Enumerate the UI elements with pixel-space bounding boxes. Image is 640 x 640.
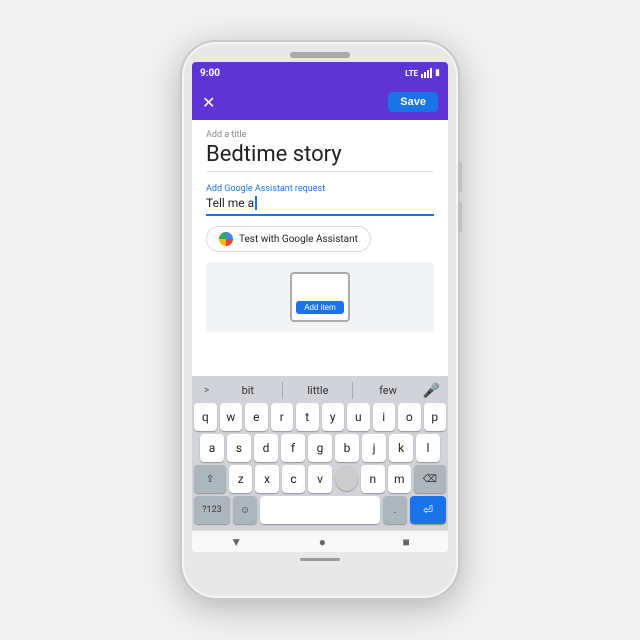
assistant-field-label: Add Google Assistant request: [206, 184, 434, 194]
key-w[interactable]: w: [220, 403, 243, 431]
key-j[interactable]: j: [362, 434, 386, 462]
phone-speaker: [290, 52, 350, 58]
keyboard-row-1: q w e r t y u i o p: [194, 403, 446, 431]
lte-icon: LTE: [405, 69, 418, 78]
key-l[interactable]: l: [416, 434, 440, 462]
backspace-key[interactable]: ⌫: [414, 465, 446, 493]
key-f[interactable]: f: [281, 434, 305, 462]
status-icons: LTE ▮: [405, 68, 440, 78]
key-c[interactable]: c: [282, 465, 305, 493]
key-b-row2[interactable]: b: [335, 434, 359, 462]
expand-suggestions-icon[interactable]: >: [200, 385, 213, 396]
close-icon[interactable]: ✕: [202, 93, 215, 112]
suggestion-little[interactable]: little: [282, 382, 353, 399]
nav-bar: ▼ ● ■: [192, 530, 448, 552]
suggestions-row: > bit little few 🎤: [194, 380, 446, 401]
key-n[interactable]: n: [361, 465, 384, 493]
preview-box: Add item: [290, 272, 350, 322]
key-p[interactable]: p: [424, 403, 447, 431]
key-a[interactable]: a: [200, 434, 224, 462]
key-y[interactable]: y: [322, 403, 345, 431]
signal-bars: [421, 68, 432, 78]
volume-down-button[interactable]: [458, 202, 462, 232]
battery-icon: ▮: [435, 68, 440, 78]
key-o[interactable]: o: [398, 403, 421, 431]
assistant-request-input[interactable]: Tell me a: [206, 196, 434, 216]
key-m[interactable]: m: [388, 465, 411, 493]
period-key[interactable]: .: [383, 496, 407, 524]
preview-area: Add item: [206, 262, 434, 332]
enter-key[interactable]: ⏎: [410, 496, 446, 524]
volume-up-button[interactable]: [458, 162, 462, 192]
key-t[interactable]: t: [296, 403, 319, 431]
title-input[interactable]: Bedtime story: [206, 142, 434, 172]
key-u[interactable]: u: [347, 403, 370, 431]
key-v[interactable]: v: [308, 465, 331, 493]
suggestion-bit[interactable]: bit: [213, 382, 282, 399]
suggestion-few[interactable]: few: [353, 382, 422, 399]
add-item-button[interactable]: Add item: [296, 301, 344, 314]
key-d[interactable]: d: [254, 434, 278, 462]
key-q[interactable]: q: [194, 403, 217, 431]
test-btn-label: Test with Google Assistant: [239, 234, 358, 245]
recents-button[interactable]: ■: [402, 535, 409, 549]
status-bar: 9:00 LTE ▮: [192, 62, 448, 84]
key-g[interactable]: g: [308, 434, 332, 462]
key-x[interactable]: x: [255, 465, 278, 493]
test-with-assistant-button[interactable]: Test with Google Assistant: [206, 226, 371, 252]
space-key[interactable]: [260, 496, 380, 524]
key-i[interactable]: i: [373, 403, 396, 431]
keyboard-bottom-row: ?123 ☺ . ⏎: [194, 496, 446, 524]
key-e[interactable]: e: [245, 403, 268, 431]
title-field-label: Add a title: [206, 130, 434, 140]
key-k[interactable]: k: [389, 434, 413, 462]
top-action-bar: ✕ Save: [192, 84, 448, 120]
phone-bottom-nav: [300, 556, 340, 562]
keyboard-row-3: ⇧ z x c v n m ⌫: [194, 465, 446, 493]
emoji-key[interactable]: ☺: [233, 496, 257, 524]
keyboard-row-2: a s d f g b j k l: [194, 434, 446, 462]
home-indicator: [300, 558, 340, 561]
key-r[interactable]: r: [271, 403, 294, 431]
key-b[interactable]: [335, 465, 358, 491]
microphone-icon[interactable]: 🎤: [423, 383, 440, 399]
shift-key[interactable]: ⇧: [194, 465, 226, 493]
key-s[interactable]: s: [227, 434, 251, 462]
back-button[interactable]: ▼: [230, 535, 242, 549]
save-button[interactable]: Save: [388, 92, 438, 112]
google-assistant-icon: [219, 232, 233, 246]
status-time: 9:00: [200, 68, 220, 79]
key-z[interactable]: z: [229, 465, 252, 493]
home-button[interactable]: ●: [319, 535, 326, 549]
phone-frame: 9:00 LTE ▮ ✕ Save Add a title Bedtime st…: [180, 40, 460, 600]
numbers-key[interactable]: ?123: [194, 496, 230, 524]
phone-screen: 9:00 LTE ▮ ✕ Save Add a title Bedtime st…: [192, 62, 448, 552]
keyboard: > bit little few 🎤 q w e r t y u i o p: [192, 376, 448, 530]
content-area: Add a title Bedtime story Add Google Ass…: [192, 120, 448, 376]
